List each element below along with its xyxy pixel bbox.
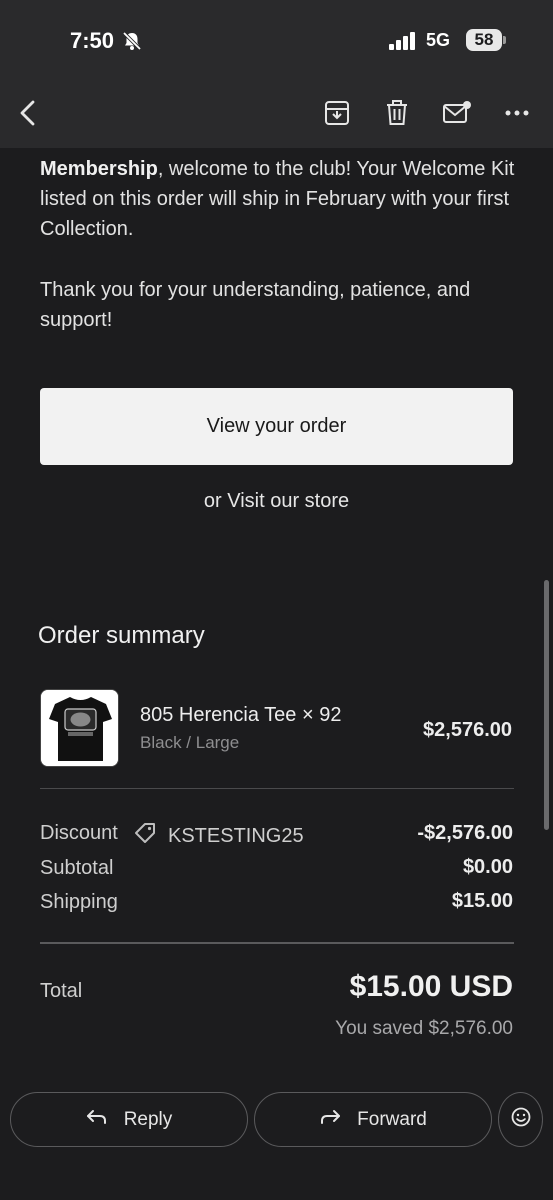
forward-icon: [319, 1109, 341, 1131]
discount-value: -$2,576.00: [417, 822, 513, 844]
status-bar: 7:50 5G 58: [0, 20, 553, 64]
total-value: $15.00 USD: [349, 970, 513, 1003]
battery-tip: [503, 36, 506, 44]
trash-icon[interactable]: [377, 90, 417, 136]
discount-label: Discount: [40, 822, 118, 844]
forward-button[interactable]: Forward: [254, 1092, 492, 1147]
shipping-label: Shipping: [40, 891, 118, 913]
reply-icon: [86, 1109, 108, 1131]
emoji-reaction-button[interactable]: [498, 1092, 543, 1147]
order-summary-title: Order summary: [38, 622, 205, 649]
archive-icon[interactable]: [317, 90, 357, 136]
shipping-value: $15.00: [451, 890, 513, 912]
email-toolbar: [0, 90, 553, 136]
divider: [40, 942, 514, 944]
reply-label: Reply: [123, 1108, 173, 1130]
top-bar: 7:50 5G 58: [0, 0, 553, 148]
mark-unread-icon[interactable]: [437, 90, 477, 136]
scrollbar[interactable]: [544, 580, 549, 830]
network-label: 5G: [426, 30, 451, 50]
signal-icon: [389, 32, 417, 55]
divider: [40, 788, 514, 789]
body-paragraph: Membership, welcome to the club! Your We…: [40, 154, 515, 244]
subtotal-value: $0.00: [462, 856, 513, 878]
thanks-paragraph: Thank you for your understanding, patien…: [40, 279, 471, 331]
tag-icon: [134, 822, 156, 850]
visit-store-link[interactable]: Visit our store: [227, 490, 349, 512]
reply-button[interactable]: Reply: [10, 1092, 248, 1147]
product-name: 805 Herencia Tee × 92: [140, 704, 342, 726]
product-image: [40, 689, 119, 767]
store-prefix: or: [203, 490, 228, 512]
discount-code-text: KSTESTING25: [168, 824, 304, 847]
store-line: or Visit our store: [0, 490, 553, 513]
bell-slash-icon: [121, 30, 143, 57]
forward-label: Forward: [357, 1108, 427, 1130]
emoji-icon: [511, 1107, 531, 1133]
product-variant: Black / Large: [140, 733, 240, 752]
back-arrow-icon[interactable]: [8, 90, 48, 136]
more-icon[interactable]: [497, 90, 537, 136]
discount-code: KSTESTING25: [134, 822, 304, 850]
subtotal-label: Subtotal: [40, 857, 114, 879]
membership-text: Membership: [40, 158, 158, 180]
battery-indicator: 58: [466, 29, 502, 51]
total-label: Total: [40, 980, 83, 1002]
saved-amount: You saved $2,576.00: [335, 1018, 513, 1039]
product-price: $2,576.00: [423, 719, 512, 741]
view-order-button[interactable]: View your order: [40, 388, 513, 465]
status-time: 7:50: [70, 28, 115, 53]
